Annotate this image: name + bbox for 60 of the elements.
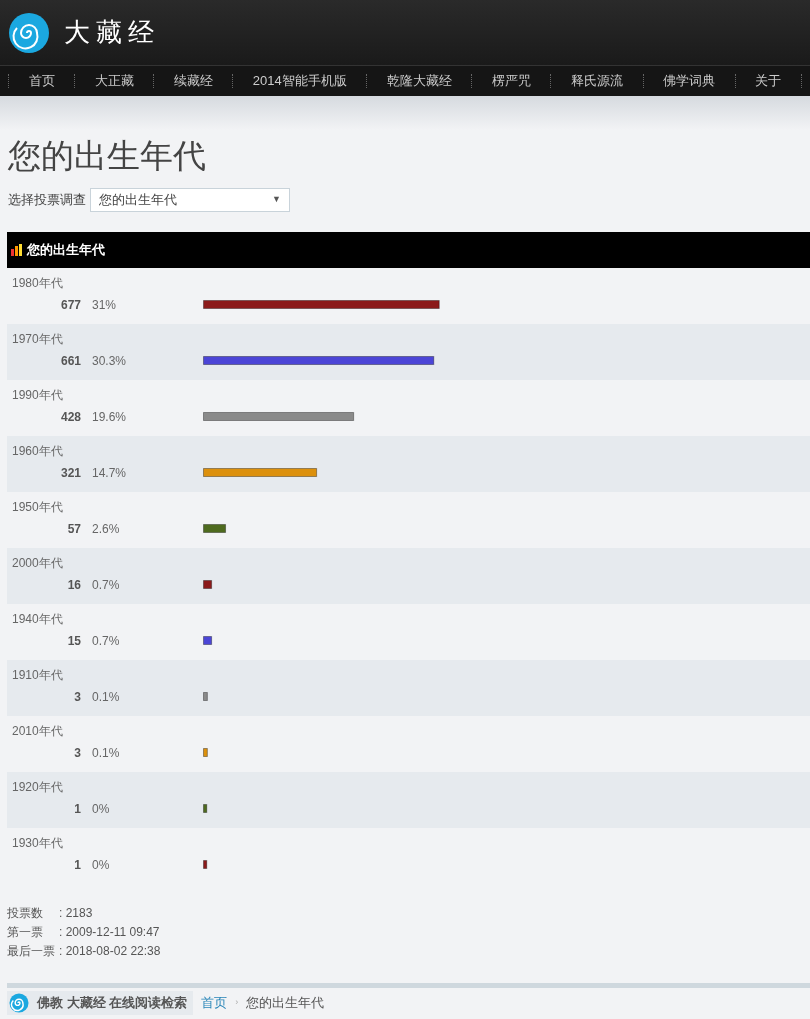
vote-percent: 0.1% (91, 744, 121, 762)
vote-percent: 19.6% (91, 408, 128, 426)
vote-percent: 14.7% (91, 464, 128, 482)
option-label: 1920年代 (11, 778, 64, 796)
select-label: 选择投票调查 (8, 190, 86, 209)
option-label: 2010年代 (11, 722, 64, 740)
option-label: 1950年代 (11, 498, 64, 516)
vote-count: 1 (73, 856, 81, 874)
stat-value: : 2018-08-02 22:38 (59, 942, 161, 960)
stat-label: 最后一票 (7, 942, 56, 960)
vote-count: 677 (59, 296, 81, 314)
breadcrumb-current: 您的出生年代 (246, 993, 325, 1012)
option-label: 1930年代 (11, 834, 64, 852)
option-label: 1970年代 (11, 330, 64, 348)
stat-value: : 2183 (59, 904, 93, 922)
vote-percent: 0.7% (91, 632, 121, 650)
option-label: 2000年代 (11, 554, 64, 572)
nav-link[interactable]: 大正藏 (94, 71, 134, 91)
vote-count: 428 (59, 408, 81, 426)
nav-link[interactable]: 楞严咒 (491, 71, 531, 91)
nav-link[interactable]: 佛学词典 (663, 71, 716, 91)
nav-link[interactable]: 释氏源流 (571, 71, 624, 91)
vote-percent: 0% (91, 800, 111, 818)
spiral-logo-icon (8, 11, 50, 54)
vote-percent: 31% (91, 296, 118, 314)
vote-percent: 2.6% (91, 520, 121, 538)
vote-count: 57 (66, 520, 81, 538)
option-label: 1960年代 (11, 442, 64, 460)
vote-count: 1 (73, 800, 81, 818)
vote-count: 661 (59, 352, 81, 370)
option-label: 1910年代 (11, 666, 64, 684)
bar-chart-icon (11, 243, 23, 256)
nav-link[interactable]: 2014智能手机版 (252, 71, 347, 91)
nav-link[interactable]: 关于 (755, 71, 782, 91)
vote-percent: 0% (91, 856, 111, 874)
stat-label: 投票数 (7, 904, 44, 922)
nav-link[interactable]: 乾隆大藏经 (386, 71, 452, 91)
vote-count: 16 (66, 576, 81, 594)
stat-value: : 2009-12-11 09:47 (59, 923, 160, 941)
footer-brand: 佛教 大藏经 在线阅读检索 (7, 990, 194, 1015)
breadcrumb-link[interactable]: 首页 (201, 992, 228, 1013)
option-label: 1990年代 (11, 386, 64, 404)
stat-label: 第一票 (7, 923, 44, 941)
vote-count: 321 (59, 464, 81, 482)
vote-percent: 0.1% (91, 688, 121, 706)
poll-header: 您的出生年代 (7, 231, 810, 268)
option-label: 1940年代 (11, 610, 64, 628)
page-title: 您的出生年代 (8, 136, 207, 176)
vote-count: 3 (73, 688, 81, 706)
vote-count: 3 (73, 744, 81, 762)
spiral-logo-icon (9, 992, 29, 1013)
breadcrumb-separator: › (235, 995, 239, 1009)
site-title: 大藏经 (64, 16, 160, 49)
option-label: 1980年代 (11, 274, 64, 292)
vote-count: 15 (66, 632, 81, 650)
vote-percent: 0.7% (91, 576, 121, 594)
vote-percent: 30.3% (91, 352, 128, 370)
poll-select[interactable]: 您的出生年代 ▼ (90, 187, 290, 212)
nav-link[interactable]: 首页 (28, 71, 55, 91)
nav-link[interactable]: 续藏经 (173, 71, 213, 91)
